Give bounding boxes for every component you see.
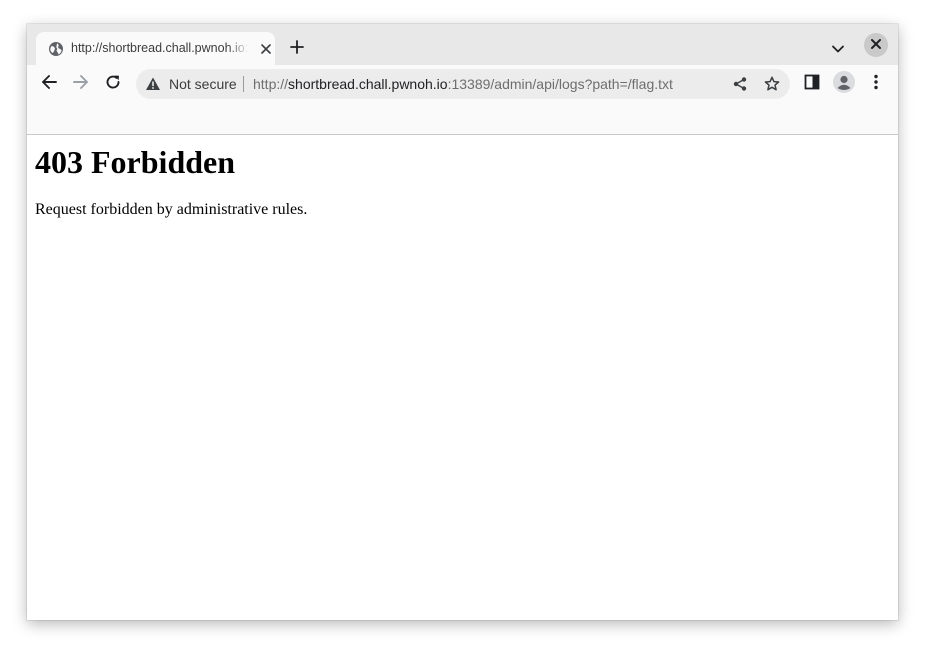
address-bar[interactable]: Not secure http://shortbread.chall.pwnoh… (136, 69, 790, 99)
security-status-label[interactable]: Not secure (169, 76, 237, 92)
side-panel-icon (804, 74, 820, 95)
chevron-down-icon (832, 40, 844, 58)
window-close-button[interactable] (864, 33, 888, 57)
kebab-menu-icon (874, 74, 878, 95)
address-divider (243, 76, 244, 92)
page-title: 403 Forbidden (35, 144, 236, 180)
url-scheme: http:// (253, 76, 289, 92)
profile-icon (833, 70, 855, 98)
url-text[interactable]: http://shortbread.chall.pwnoh.io:13389/a… (253, 76, 673, 92)
plus-icon (290, 39, 304, 59)
url-host: shortbread.chall.pwnoh.io (288, 76, 448, 92)
new-tab-button[interactable] (285, 37, 309, 61)
share-icon[interactable] (730, 74, 750, 94)
close-icon[interactable] (258, 41, 274, 57)
tab-strip: http://shortbread.chall.pwnoh.io:13389/a… (27, 24, 898, 65)
active-tab[interactable]: http://shortbread.chall.pwnoh.io:13389/a… (36, 32, 275, 65)
warning-icon[interactable] (145, 76, 161, 92)
back-button[interactable] (35, 70, 63, 98)
reload-icon (105, 74, 121, 95)
close-icon (871, 36, 881, 54)
forward-button[interactable] (67, 70, 95, 98)
browser-menu-button[interactable] (862, 70, 890, 98)
url-path: :13389/admin/api/logs?path=/flag.txt (447, 76, 673, 92)
error-message: Request forbidden by administrative rule… (35, 201, 308, 218)
profile-button[interactable] (830, 70, 858, 98)
arrow-left-icon (41, 74, 57, 95)
reload-button[interactable] (99, 70, 127, 98)
arrow-right-icon (73, 74, 89, 95)
browser-toolbar: Not secure http://shortbread.chall.pwnoh… (27, 65, 898, 135)
tab-title: http://shortbread.chall.pwnoh.io:13389/a… (71, 41, 249, 55)
tab-search-button[interactable] (827, 38, 849, 60)
browser-window: http://shortbread.chall.pwnoh.io:13389/a… (27, 24, 898, 620)
globe-icon (48, 41, 64, 57)
side-panel-button[interactable] (798, 70, 826, 98)
star-icon[interactable] (762, 74, 782, 94)
page-content: 403 Forbidden Request forbidden by admin… (27, 136, 898, 620)
